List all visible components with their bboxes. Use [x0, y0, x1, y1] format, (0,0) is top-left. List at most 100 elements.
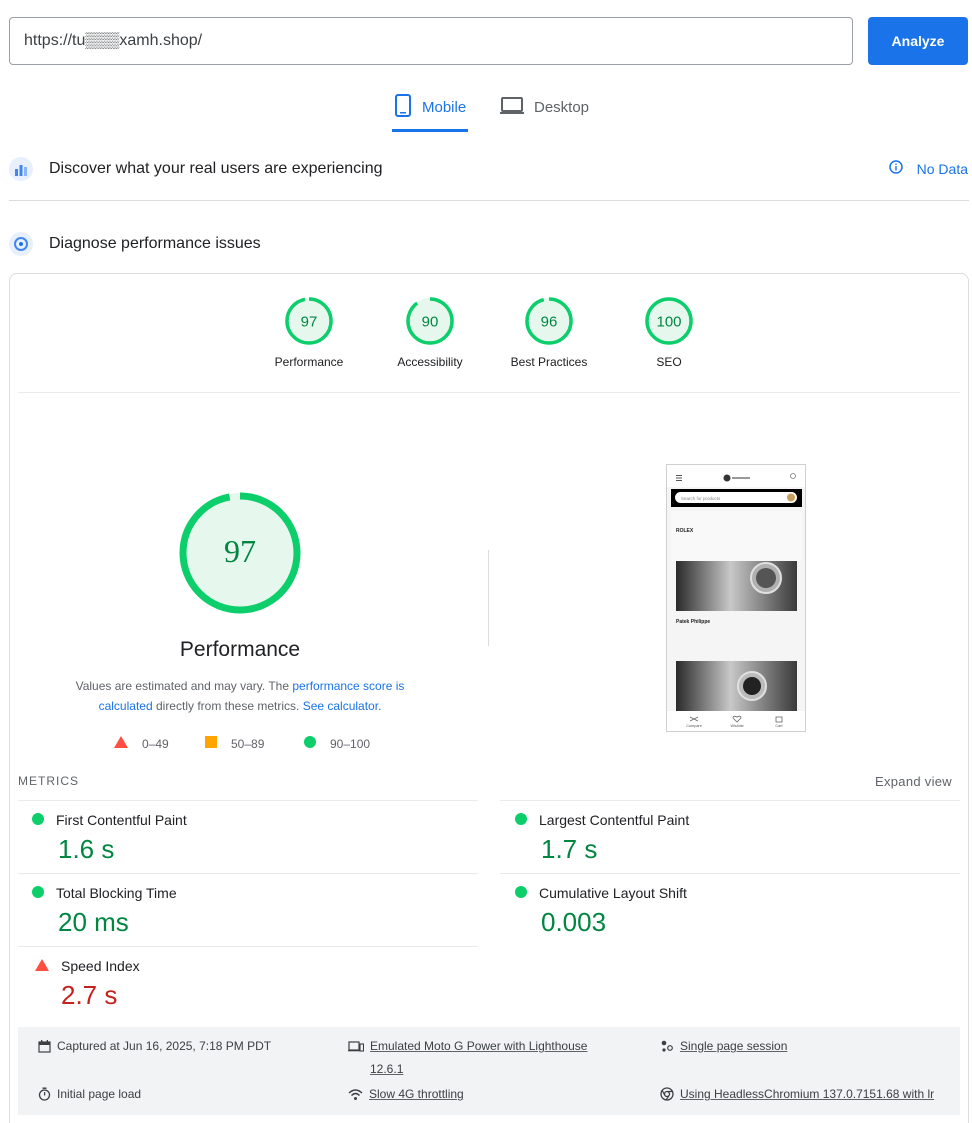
info-session-text[interactable]: Single page session [680, 1035, 787, 1058]
gauge-label: Performance [274, 355, 344, 369]
gauge-label: SEO [656, 355, 682, 369]
info-load-text: Initial page load [57, 1087, 142, 1101]
metric-label: First Contentful Paint [56, 812, 187, 828]
gauge-label: Best Practices [510, 355, 588, 369]
legend-fail: 0–49 [114, 736, 169, 751]
score-gauge-seo[interactable]: 100 SEO [614, 296, 724, 369]
legend-average-label: 50–89 [231, 736, 265, 751]
see-calculator-link[interactable]: See calculator. [303, 699, 382, 713]
gauge-ring: 100 [645, 297, 693, 345]
discover-title: Discover what your real users are experi… [49, 160, 383, 177]
info-throttle-text[interactable]: Slow 4G throttling [369, 1083, 464, 1106]
legend-pass-label: 90–100 [330, 736, 371, 751]
info-captured-text: Captured at Jun 16, 2025, 7:18 PM PDT [57, 1039, 272, 1053]
legend-average: 50–89 [205, 736, 264, 751]
metric-divider [18, 946, 478, 947]
green-circle-icon [32, 812, 44, 828]
wifi-icon [348, 1083, 363, 1109]
green-circle-icon [304, 736, 316, 751]
session-icon [660, 1035, 674, 1061]
red-triangle-icon [35, 958, 49, 974]
metric-value: 2.7 s [61, 980, 118, 1010]
metric-divider [18, 800, 478, 801]
legend-fail-label: 0–49 [142, 736, 169, 751]
metric-label: Total Blocking Time [56, 885, 177, 901]
info-browser-text[interactable]: Using HeadlessChromium 137.0.7151.68 wit… [680, 1083, 934, 1106]
performance-disclaimer: Values are estimated and may vary. The p… [50, 676, 430, 716]
info-captured: Captured at Jun 16, 2025, 7:18 PM PDT [38, 1035, 271, 1061]
metric-value: 0.003 [541, 907, 607, 937]
legend-pass: 90–100 [304, 736, 370, 751]
disclaimer-text: directly from these metrics. [152, 699, 303, 713]
no-data-indicator[interactable]: No Data [888, 160, 968, 177]
tab-mobile-label: Mobile [422, 99, 467, 116]
diagnose-section-header: Diagnose performance issues [9, 232, 261, 256]
metric-value: 1.6 s [58, 834, 115, 864]
performance-gauge-large: 97 [179, 492, 301, 614]
performance-score-value: 97 [224, 533, 256, 569]
page-screenshot-preview[interactable]: Search for products ROLEX Patek Philippe… [666, 464, 806, 732]
preview-brand-rolex: ROLEX [676, 528, 694, 534]
discover-section-header: Discover what your real users are experi… [9, 157, 382, 181]
devices-icon [348, 1035, 365, 1061]
diagnose-title: Diagnose performance issues [49, 235, 261, 252]
metric-first-contentful-paint: First Contentful Paint 1.6 s [32, 812, 187, 865]
metric-largest-contentful-paint: Largest Contentful Paint 1.7 s [515, 812, 689, 865]
gauge-value: 100 [656, 314, 681, 331]
performance-title: Performance [179, 638, 301, 661]
gauge-ring: 96 [525, 297, 573, 345]
red-triangle-icon [114, 736, 128, 751]
metric-label: Cumulative Layout Shift [539, 885, 687, 901]
green-circle-icon [32, 885, 44, 901]
info-browser[interactable]: Using HeadlessChromium 137.0.7151.68 wit… [660, 1083, 952, 1109]
gauge-value: 97 [301, 314, 318, 331]
disclaimer-text: Values are estimated and may vary. The [75, 679, 293, 693]
green-circle-icon [515, 885, 527, 901]
score-gauge-best-practices[interactable]: 96 Best Practices [494, 296, 604, 369]
no-data-label: No Data [916, 160, 968, 177]
vertical-separator [488, 550, 489, 646]
analyze-button[interactable]: Analyze [868, 17, 968, 65]
metric-value: 20 ms [58, 907, 129, 937]
gauge-ring: 97 [285, 297, 333, 345]
metric-cumulative-layout-shift: Cumulative Layout Shift 0.003 [515, 885, 687, 938]
users-chart-icon [9, 157, 33, 181]
info-session[interactable]: Single page session [660, 1035, 787, 1061]
preview-brand-patek: Patek Philippe [676, 619, 710, 625]
metric-speed-index: Speed Index 2.7 s [35, 958, 140, 1011]
info-icon [888, 160, 903, 177]
metric-divider [18, 873, 478, 874]
desktop-monitor-icon [500, 94, 524, 122]
url-input[interactable] [9, 17, 853, 65]
orange-square-icon [205, 736, 217, 751]
preview-graphic: Search for products ROLEX Patek Philippe… [667, 465, 805, 731]
tab-desktop-label: Desktop [534, 99, 590, 116]
expand-view-toggle[interactable]: Expand view [875, 774, 952, 789]
calendar-icon [38, 1035, 51, 1061]
gauge-value: 96 [541, 314, 558, 331]
info-throttle[interactable]: Slow 4G throttling [348, 1083, 464, 1109]
preview-nav-compare: Compare [686, 724, 702, 728]
metric-total-blocking-time: Total Blocking Time 20 ms [32, 885, 177, 938]
metric-divider [500, 873, 960, 874]
preview-nav-cart: Cart [775, 724, 783, 728]
info-load: Initial page load [38, 1083, 141, 1109]
info-device[interactable]: Emulated Moto G Power with Lighthouse 12… [348, 1035, 618, 1081]
gauges-divider [18, 392, 960, 393]
gauge-value: 90 [422, 314, 439, 331]
section-divider [9, 200, 969, 201]
metric-label: Largest Contentful Paint [539, 812, 690, 828]
metric-value: 1.7 s [541, 834, 598, 864]
metrics-header: METRICS [18, 774, 79, 788]
mobile-phone-icon [394, 94, 412, 122]
tab-mobile[interactable]: Mobile [392, 94, 469, 132]
preview-search-placeholder: Search for products [681, 496, 721, 501]
gauge-label: Accessibility [397, 355, 463, 369]
info-device-text[interactable]: Emulated Moto G Power with Lighthouse 12… [370, 1035, 618, 1081]
gauge-ring: 90 [406, 297, 454, 345]
score-gauge-performance[interactable]: 97 Performance [254, 296, 364, 369]
score-gauge-accessibility[interactable]: 90 Accessibility [375, 296, 485, 369]
timer-icon [38, 1083, 51, 1109]
green-circle-icon [515, 812, 527, 828]
tab-desktop[interactable]: Desktop [500, 94, 589, 132]
